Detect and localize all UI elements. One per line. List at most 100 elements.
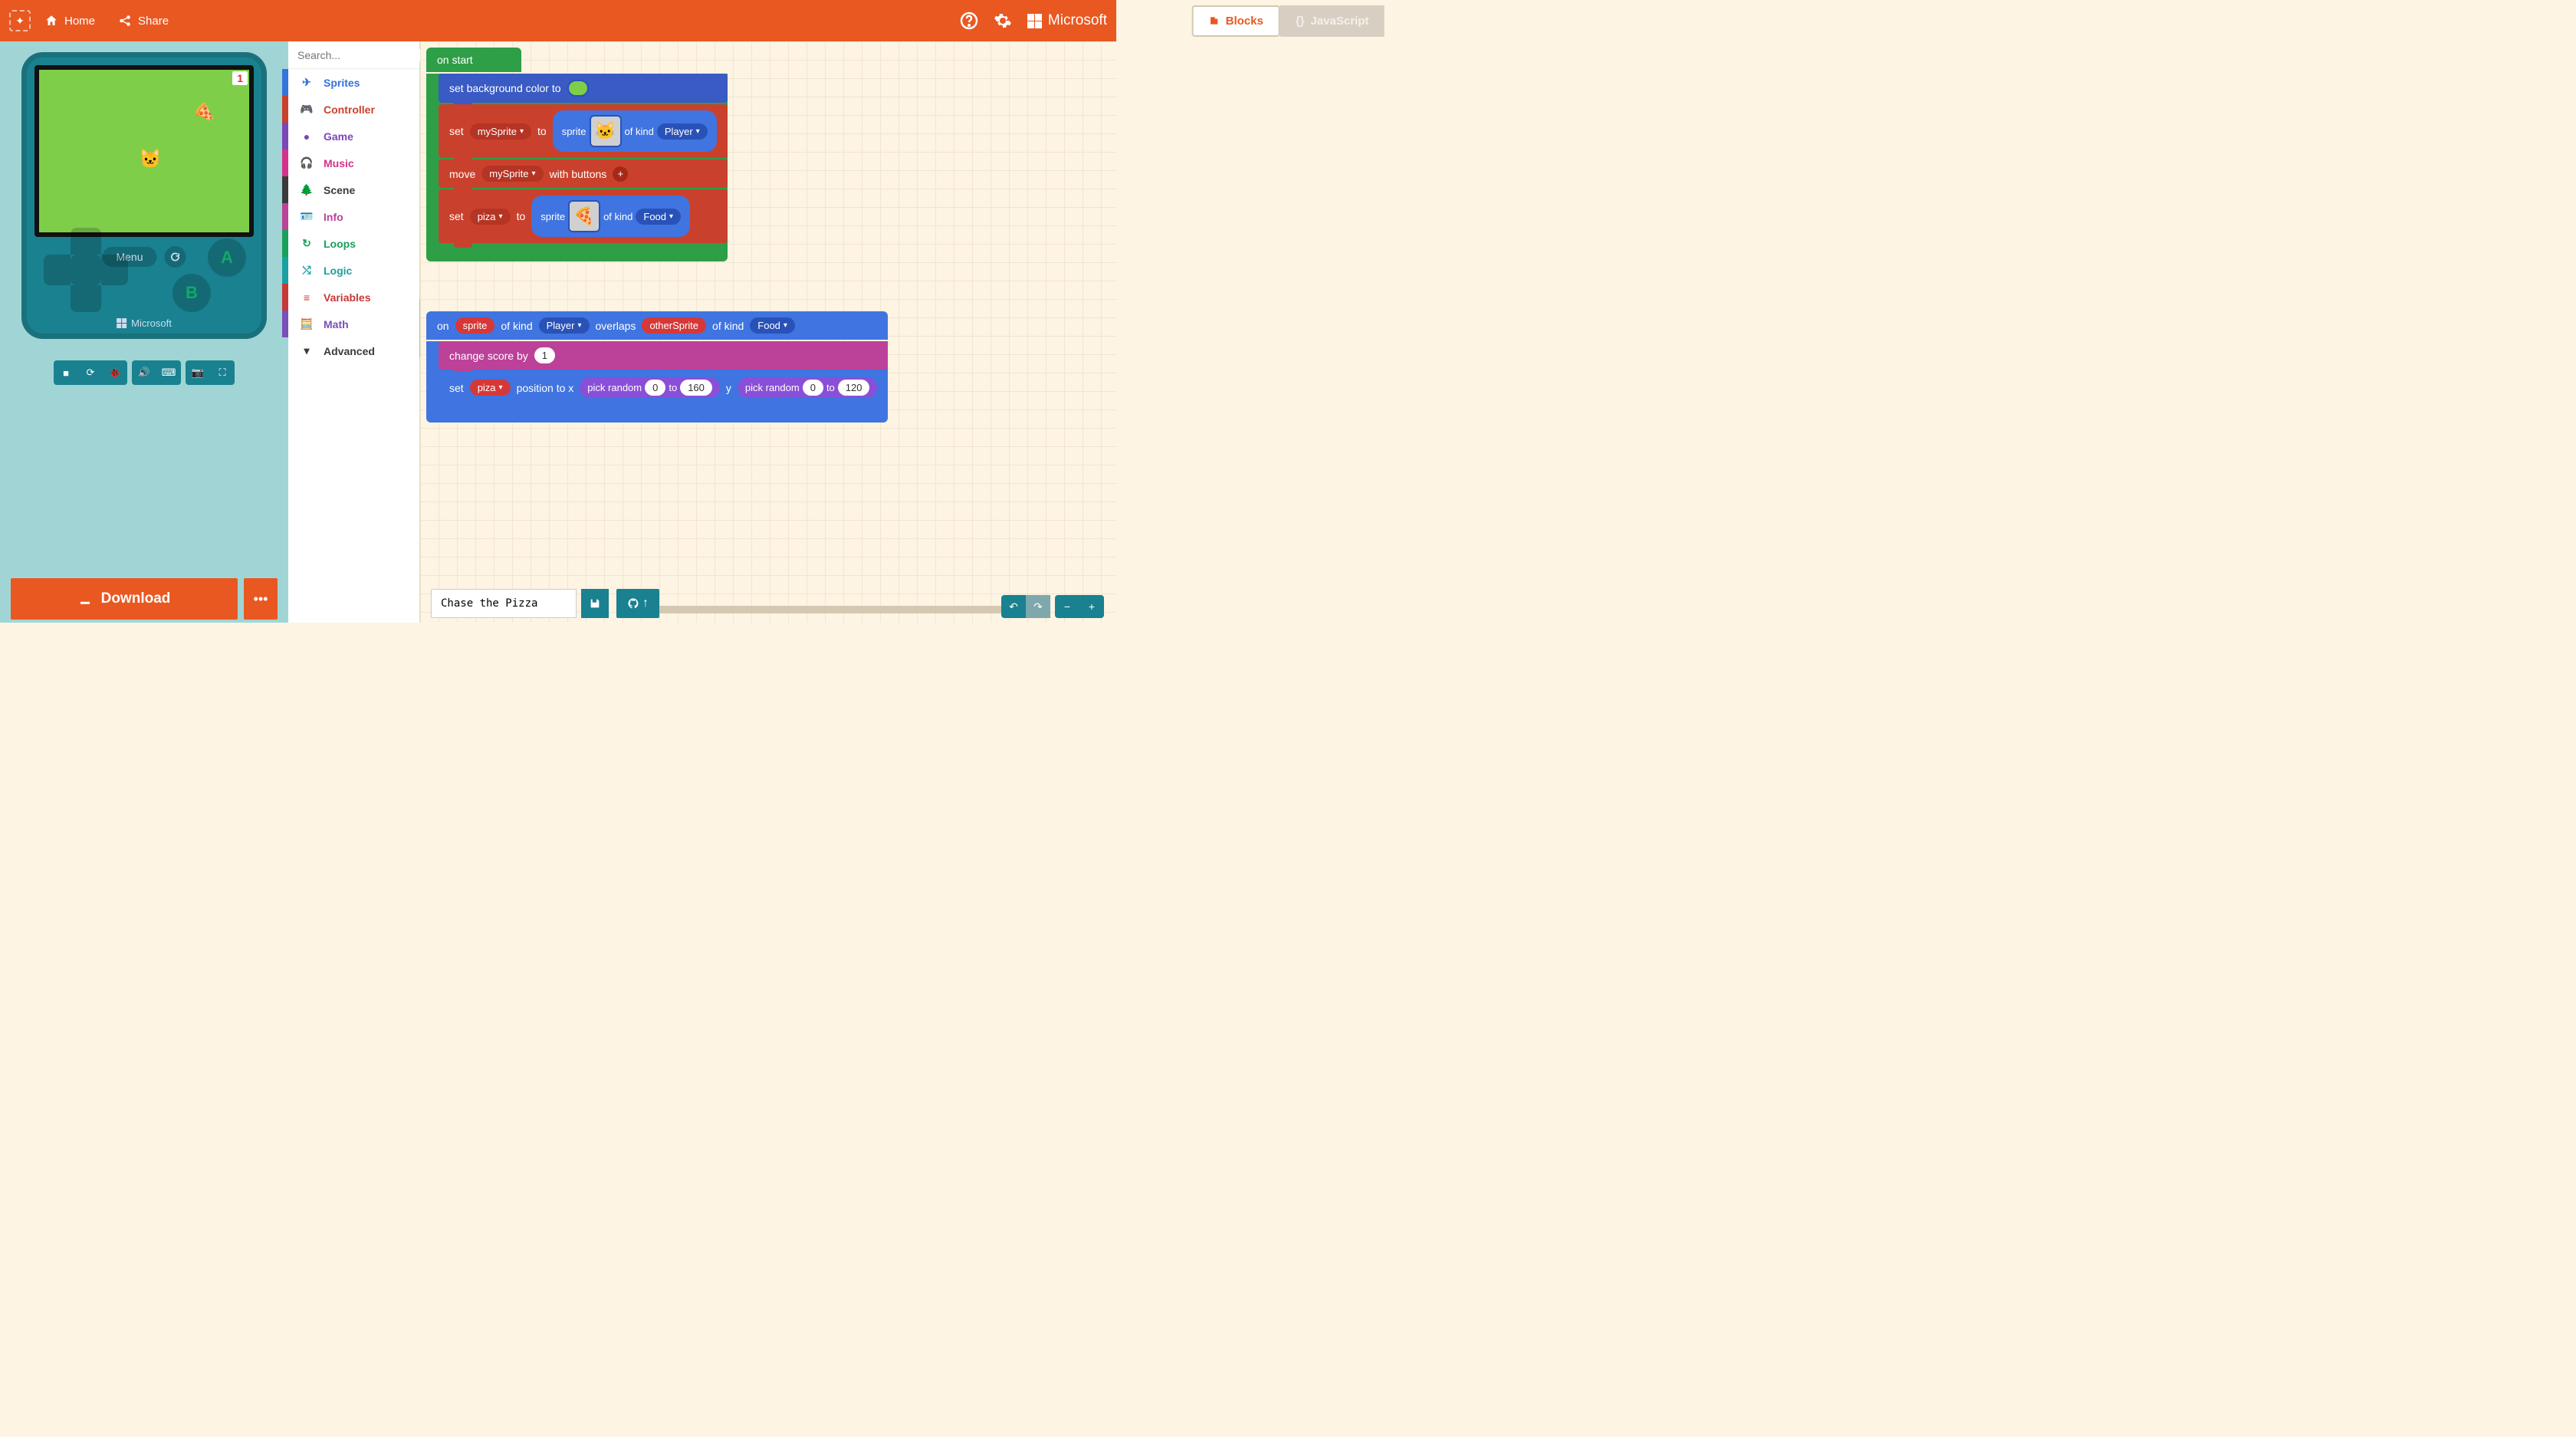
pick-random-x[interactable]: pick random 0 to 160 [580, 377, 720, 398]
dpad[interactable] [44, 228, 128, 312]
ry-min[interactable]: 0 [803, 380, 823, 396]
category-info[interactable]: 🪪Info [288, 203, 419, 230]
set-bg-block[interactable]: set background color to [439, 74, 728, 103]
category-controller[interactable]: 🎮Controller [288, 96, 419, 123]
set-mysprite-block[interactable]: set mySprite to sprite 🐱 of kind Player [439, 104, 728, 158]
microsoft-icon [1027, 14, 1042, 28]
tab-blocks[interactable]: Blocks [1192, 5, 1280, 37]
download-more-button[interactable]: ••• [244, 578, 278, 620]
set-piza-block[interactable]: set piza to sprite 🍕 of kind Food [439, 189, 728, 243]
settings-button[interactable] [994, 12, 1012, 30]
js-label: JavaScript [1311, 15, 1369, 28]
kind-food-2[interactable]: Food [750, 317, 795, 334]
sprite-image-cat[interactable]: 🐱 [590, 115, 622, 147]
color-picker[interactable] [567, 80, 589, 97]
download-button[interactable]: Download [11, 578, 238, 620]
chevron-down-icon: ▾ [301, 344, 313, 357]
id-card-icon: 🪪 [301, 210, 313, 223]
param-sprite[interactable]: sprite [455, 317, 495, 334]
arrow-up-icon: ↑ [642, 597, 649, 610]
github-button[interactable]: ↑ [616, 589, 659, 618]
category-music[interactable]: 🎧Music [288, 150, 419, 176]
kind-player[interactable]: Player [657, 123, 708, 140]
tree-icon: 🌲 [301, 183, 313, 196]
category-advanced[interactable]: ▾Advanced [288, 337, 419, 364]
set-position-block[interactable]: set piza position to x pick random 0 to … [439, 371, 888, 404]
move-with-buttons-block[interactable]: move mySprite with buttons + [439, 159, 728, 188]
tab-javascript[interactable]: {} JavaScript [1280, 5, 1385, 37]
kind-food[interactable]: Food [636, 209, 681, 225]
var-mysprite-2[interactable]: mySprite [481, 166, 543, 182]
ry-max[interactable]: 120 [838, 380, 870, 396]
button-a[interactable]: A [208, 238, 246, 277]
var-mysprite[interactable]: mySprite [470, 123, 531, 140]
dpad-right[interactable] [101, 255, 128, 285]
shuffle-icon: ⤭ [301, 264, 313, 277]
var-piza[interactable]: piza [470, 209, 511, 225]
keyboard-button[interactable]: ⌨ [156, 360, 181, 385]
header-left: ✦ Home Share [9, 8, 178, 34]
var-piza-2[interactable]: piza [470, 380, 511, 396]
redo-button[interactable]: ↷ [1026, 595, 1050, 618]
header: ✦ Home Share Blocks {} JavaScript [0, 0, 1116, 41]
score-delta-input[interactable]: 1 [534, 347, 555, 363]
sprite-expr[interactable]: sprite 🐱 of kind Player [553, 110, 717, 152]
sprite-image-pizza[interactable]: 🍕 [568, 200, 600, 232]
simulator-column: 1 🐱 🍕 Menu A B Microsoft [0, 41, 288, 623]
dpad-down[interactable] [71, 285, 101, 312]
rx-max[interactable]: 160 [680, 380, 712, 396]
pizza-sprite: 🍕 [190, 100, 217, 127]
app-logo[interactable]: ✦ [9, 10, 31, 31]
change-score-block[interactable]: change score by 1 [439, 341, 888, 370]
on-start-hat[interactable]: on start [426, 48, 521, 72]
paper-plane-icon: ✈ [301, 76, 313, 89]
restart-button[interactable] [165, 246, 186, 268]
button-b[interactable]: B [172, 274, 211, 312]
mute-button[interactable]: 🔊 [132, 360, 156, 385]
param-othersprite[interactable]: otherSprite [642, 317, 706, 334]
headphones-icon: 🎧 [301, 156, 313, 169]
workspace[interactable]: on start set background color to set myS… [420, 41, 1116, 623]
pick-random-y[interactable]: pick random 0 to 120 [738, 377, 878, 398]
on-start-stack[interactable]: on start set background color to set myS… [426, 48, 728, 261]
game-screen[interactable]: 1 🐱 🍕 [34, 65, 254, 237]
expand-button[interactable]: + [613, 166, 628, 182]
save-project-button[interactable] [581, 589, 609, 618]
on-overlap-hat[interactable]: on sprite of kind Player overlaps otherS… [426, 311, 888, 340]
rx-min[interactable]: 0 [645, 380, 665, 396]
share-icon [118, 14, 132, 28]
home-button[interactable]: Home [35, 8, 104, 34]
help-button[interactable] [960, 12, 978, 30]
category-loops[interactable]: ↻Loops [288, 230, 419, 257]
category-variables[interactable]: ≡Variables [288, 284, 419, 311]
screenshot-button[interactable]: 📷 [186, 360, 210, 385]
zoom-in-button[interactable]: + [1079, 595, 1104, 618]
search-input[interactable] [297, 49, 436, 61]
score-badge: 1 [232, 71, 248, 85]
undo-button[interactable]: ↶ [1001, 595, 1026, 618]
on-overlap-stack[interactable]: on sprite of kind Player overlaps otherS… [426, 311, 888, 423]
dpad-left[interactable] [44, 255, 71, 285]
debug-button[interactable]: 🐞 [103, 360, 127, 385]
project-name-input[interactable] [431, 589, 577, 618]
zoom-out-button[interactable]: − [1055, 595, 1079, 618]
microsoft-logo[interactable]: Microsoft [1027, 12, 1107, 29]
category-sprites[interactable]: ✈Sprites [288, 69, 419, 96]
category-game[interactable]: ●Game [288, 123, 419, 150]
simulator-device: 1 🐱 🍕 Menu A B Microsoft [21, 52, 267, 339]
player-sprite: 🐱 [139, 148, 162, 170]
sprite-expr-2[interactable]: sprite 🍕 of kind Food [531, 196, 690, 237]
category-scene[interactable]: 🌲Scene [288, 176, 419, 203]
download-row: Download ••• [11, 578, 278, 620]
dpad-up[interactable] [71, 228, 101, 255]
fullscreen-button[interactable]: ⛶ [210, 360, 235, 385]
share-button[interactable]: Share [109, 8, 178, 34]
category-math[interactable]: 🧮Math [288, 311, 419, 337]
category-logic[interactable]: ⤭Logic [288, 257, 419, 284]
project-row: ↑ [431, 589, 659, 618]
stop-button[interactable]: ■ [54, 360, 78, 385]
horizontal-scrollbar[interactable] [616, 606, 1017, 613]
gamepad-icon: 🎮 [301, 103, 313, 116]
kind-player-2[interactable]: Player [539, 317, 590, 334]
reload-button[interactable]: ⟳ [78, 360, 103, 385]
